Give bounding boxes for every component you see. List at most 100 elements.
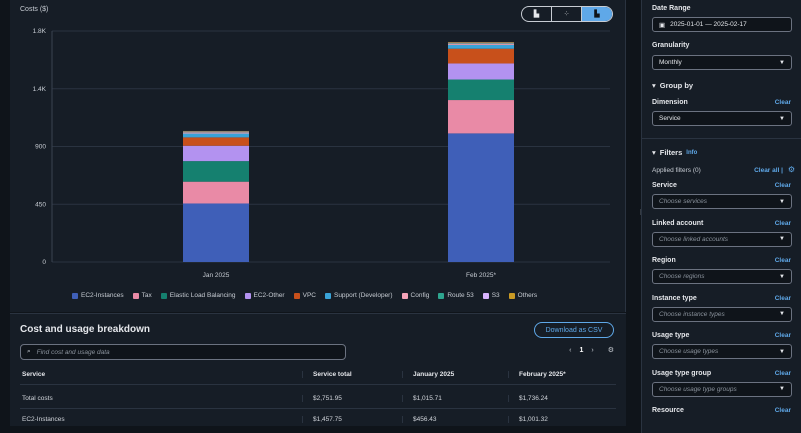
legend-item[interactable]: Elastic Load Balancing (160, 292, 236, 299)
bar-segment-elastic-load-balancing (448, 79, 514, 101)
row-feb: $1,001.32 (508, 415, 616, 423)
legend-label: EC2-Other (253, 292, 285, 299)
clear-filter-link[interactable]: Clear (775, 295, 791, 302)
col-service[interactable]: Service (20, 371, 302, 378)
filter-label: Usage type (652, 332, 690, 339)
filter-label: Usage type group (652, 369, 712, 377)
x-tick-label: Feb 2025* (466, 272, 496, 279)
col-february[interactable]: February 2025* (508, 370, 616, 378)
legend-swatch (508, 292, 515, 299)
bar-segment-route-53 (183, 131, 249, 133)
date-range-field[interactable]: ▣ 2025-01-01 — 2025-02-17 (652, 17, 792, 32)
clear-filter-link[interactable]: Clear (775, 332, 791, 339)
legend-label: Others (517, 292, 538, 299)
bar-segment-ec2-other (448, 63, 514, 80)
granularity-select[interactable]: Monthly ▼ (652, 55, 792, 70)
breakdown-search-input[interactable]: ⌕ Find cost and usage data (20, 344, 346, 360)
legend-item[interactable]: Others (508, 292, 538, 299)
filter-placeholder: Choose regions (659, 273, 705, 280)
legend-label: EC2-Instances (81, 292, 124, 299)
caret-down-icon: ▼ (779, 311, 785, 317)
filter-placeholder: Choose linked accounts (659, 235, 729, 243)
filter-select[interactable]: Choose regions ▼ (652, 269, 792, 284)
date-range-label: Date Range (652, 5, 691, 12)
divider (642, 138, 801, 139)
legend-item[interactable]: Route 53 (438, 292, 474, 299)
legend-item[interactable]: VPC (293, 292, 316, 299)
bar-segment-vpc (448, 48, 514, 64)
current-page[interactable]: 1 (579, 347, 583, 354)
legend-swatch (160, 292, 167, 299)
legend-swatch (244, 292, 251, 299)
filter-select[interactable]: Choose usage type groups ▼ (652, 381, 792, 397)
bar-segment-config (183, 132, 249, 134)
caret-down-icon: ▾ (652, 148, 656, 157)
clear-filter-link[interactable]: Clear (775, 182, 791, 189)
bar-segment-route-53 (448, 43, 514, 44)
group-by-header[interactable]: ▾ Group by (652, 81, 693, 90)
legend-item[interactable]: Config (401, 292, 430, 299)
legend-label: Config (410, 292, 430, 299)
caret-down-icon: ▼ (779, 59, 785, 66)
filters-header[interactable]: ▾ Filters Info (652, 148, 697, 157)
bar-segment-support-developer- (448, 44, 514, 49)
filter-settings-icon[interactable]: ⚙ (788, 165, 795, 174)
row-service: Total costs (22, 394, 53, 402)
filter-select[interactable]: Choose usage types ▼ (652, 344, 792, 359)
row-feb: $1,736.24 (508, 394, 616, 402)
caret-down-icon: ▼ (779, 115, 785, 122)
download-csv-button[interactable]: Download as CSV (534, 322, 614, 338)
dimension-select[interactable]: Service ▼ (652, 111, 792, 126)
bar-segment-tax (448, 100, 514, 134)
legend-item[interactable]: EC2-Other (244, 292, 285, 299)
bar-segment-ec2-other (183, 145, 249, 162)
clear-dimension-link[interactable]: Clear (775, 99, 791, 106)
clear-filter-link[interactable]: Clear (775, 407, 791, 414)
legend-item[interactable]: S3 (482, 292, 500, 299)
date-range-value: 2025-01-01 — 2025-02-17 (670, 21, 747, 28)
filter-select[interactable]: Choose instance types ▼ (652, 306, 792, 322)
dimension-value: Service (659, 115, 681, 122)
legend-label: Tax (141, 292, 152, 299)
legend-item[interactable]: EC2-Instances (72, 292, 124, 299)
breakdown-title: Cost and usage breakdown (20, 324, 151, 335)
clear-filter-link[interactable]: Clear (775, 220, 791, 227)
breakdown-panel: Cost and usage breakdown Download as CSV… (10, 313, 626, 433)
clear-filter-link[interactable]: Clear (775, 257, 791, 264)
legend-swatch (482, 292, 489, 299)
filter-placeholder: Choose services (659, 198, 708, 205)
bar-segment-vpc (183, 137, 249, 146)
next-page-icon[interactable]: › (591, 347, 593, 354)
filters-info-link[interactable]: Info (686, 150, 697, 156)
legend-item[interactable]: Tax (132, 292, 152, 299)
clear-all-link[interactable]: Clear all | (754, 167, 783, 174)
row-total: $2,751.95 (302, 394, 402, 402)
clear-filter-link[interactable]: Clear (775, 370, 791, 377)
legend-label: Route 53 (447, 292, 474, 299)
bar-segment-elastic-load-balancing (183, 161, 249, 182)
pagination: ‹ 1 › ⚙ (569, 346, 614, 355)
legend-label: S3 (491, 292, 500, 299)
filter-select[interactable]: Choose services ▼ (652, 194, 792, 209)
filter-select[interactable]: Choose linked accounts ▼ (652, 231, 792, 247)
filter-label: Service (652, 182, 677, 189)
prev-page-icon[interactable]: ‹ (569, 347, 571, 354)
legend-swatch (438, 292, 445, 299)
filter-label: Resource (652, 407, 684, 414)
filters-title: Filters (659, 148, 683, 157)
y-tick-label: 1.8K (33, 28, 47, 35)
cost-chart: 0 450 900 1.4K 1.8K Jan 2025 Feb 2025* (33, 28, 610, 279)
applied-filters: Applied filters (0) (652, 167, 701, 174)
bar-segment-ec2-instances (183, 203, 249, 262)
col-service-total[interactable]: Service total (302, 370, 402, 378)
filter-label: Linked account (652, 219, 704, 227)
filter-label: Instance type (652, 294, 697, 302)
caret-down-icon: ▼ (779, 236, 785, 242)
legend-label: VPC (302, 292, 316, 299)
calendar-icon: ▣ (659, 21, 666, 29)
col-january[interactable]: January 2025 (402, 370, 508, 378)
settings-icon[interactable]: ⚙ (608, 346, 614, 354)
bar-segment-config (448, 43, 514, 45)
legend-item[interactable]: Support (Developer) (324, 292, 393, 299)
chart-panel: Costs ($) ▙ ⁘ ▙ 0 450 900 1.4K 1.8K Jan 2025 F… (10, 0, 626, 312)
